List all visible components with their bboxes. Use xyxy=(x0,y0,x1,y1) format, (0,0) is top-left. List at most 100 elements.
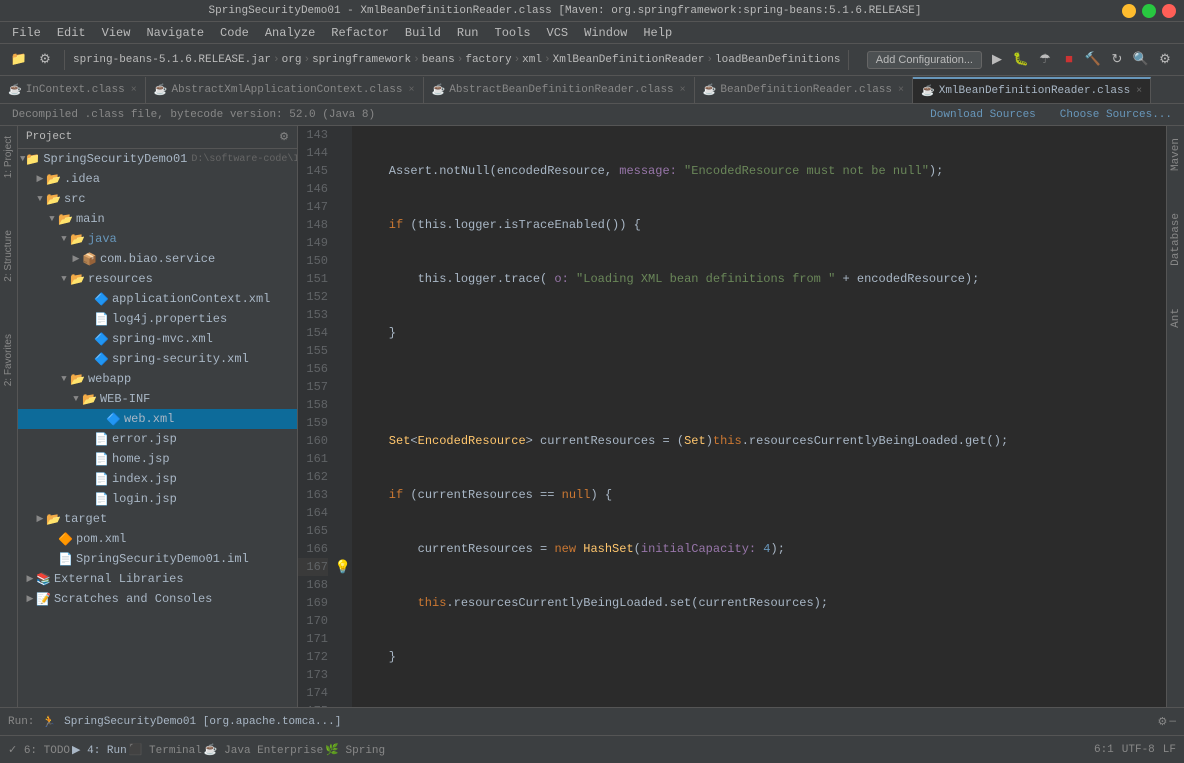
tab-close-beandefreader[interactable]: × xyxy=(898,85,904,96)
sidebar-item-webxml[interactable]: ▶ 🔷 web.xml xyxy=(18,409,297,429)
arrow-icon: ▼ xyxy=(58,374,70,384)
settings-button[interactable]: ⚙ xyxy=(1154,49,1176,71)
sync-button[interactable]: ↻ xyxy=(1106,49,1128,71)
run-tab[interactable]: ▶ 4: Run xyxy=(72,743,127,757)
sidebar-item-appcontext[interactable]: ▶ 🔷 applicationContext.xml xyxy=(18,289,297,309)
build-button[interactable]: 🔨 xyxy=(1082,49,1104,71)
maximize-button[interactable]: □ xyxy=(1142,4,1156,18)
breadcrumb-xml[interactable]: xml xyxy=(522,54,542,66)
sidebar-item-scratches[interactable]: ▶ 📝 Scratches and Consoles xyxy=(18,589,297,609)
sidebar-item-target[interactable]: ▶ 📂 target xyxy=(18,509,297,529)
sidebar-item-home[interactable]: ▶ 📄 home.jsp xyxy=(18,449,297,469)
tab-abstractxml[interactable]: ☕ AbstractXmlApplicationContext.class × xyxy=(146,77,424,103)
sidebar-item-resources[interactable]: ▼ 📂 resources xyxy=(18,269,297,289)
tab-close-abstractbean[interactable]: × xyxy=(680,85,686,96)
tree-label: error.jsp xyxy=(112,432,177,446)
breadcrumb-org[interactable]: org xyxy=(282,54,302,66)
tab-abstractbean[interactable]: ☕ AbstractBeanDefinitionReader.class × xyxy=(424,77,695,103)
sidebar-item-login[interactable]: ▶ 📄 login.jsp xyxy=(18,489,297,509)
left-panel-favorites[interactable]: 2: Favorites xyxy=(1,328,16,392)
breadcrumb-factory[interactable]: factory xyxy=(465,54,511,66)
sidebar-item-iml[interactable]: ▶ 📄 SpringSecurityDemo01.iml xyxy=(18,549,297,569)
tab-beandefreader[interactable]: ☕ BeanDefinitionReader.class × xyxy=(695,77,913,103)
sidebar-item-webinf[interactable]: ▼ 📂 WEB-INF xyxy=(18,389,297,409)
spring-tab[interactable]: 🌿 Spring xyxy=(325,743,385,757)
tab-xmlbeandef[interactable]: ☕ XmlBeanDefinitionReader.class × xyxy=(913,77,1151,103)
sidebar-item-package[interactable]: ▶ 📦 com.biao.service xyxy=(18,249,297,269)
terminal-tab[interactable]: ⬛ Terminal xyxy=(129,743,202,757)
sidebar-item-idea[interactable]: ▶ 📂 .idea xyxy=(18,169,297,189)
sidebar-item-log4j[interactable]: ▶ 📄 log4j.properties xyxy=(18,309,297,329)
java-enterprise-tab[interactable]: ☕ Java Enterprise xyxy=(204,743,323,757)
sidebar-item-main[interactable]: ▼ 📂 main xyxy=(18,209,297,229)
menu-window[interactable]: Window xyxy=(576,24,635,42)
tab-label-abstractbean: AbstractBeanDefinitionReader.class xyxy=(449,84,673,96)
tree-label: main xyxy=(76,212,105,226)
breadcrumb-class[interactable]: XmlBeanDefinitionReader xyxy=(553,54,705,66)
bottom-close-btn[interactable]: — xyxy=(1169,716,1176,728)
stop-button[interactable]: ■ xyxy=(1058,49,1080,71)
sidebar-item-index[interactable]: ▶ 📄 index.jsp xyxy=(18,469,297,489)
todo-tab[interactable]: ✓ 6: TODO xyxy=(8,743,70,757)
menu-code[interactable]: Code xyxy=(212,24,257,42)
minimize-button[interactable]: − xyxy=(1122,4,1136,18)
menu-vcs[interactable]: VCS xyxy=(539,24,577,42)
maven-panel-button[interactable]: Maven xyxy=(1170,130,1182,179)
menu-navigate[interactable]: Navigate xyxy=(138,24,212,42)
sidebar-item-springdemo[interactable]: ▼ 📁 SpringSecurityDemo01 D:\software-cod… xyxy=(18,149,297,169)
add-configuration-button[interactable]: Add Configuration... xyxy=(867,51,982,69)
project-view-toggle[interactable]: 📁 xyxy=(8,49,30,71)
run-button[interactable]: ▶ xyxy=(986,49,1008,71)
sidebar-item-webapp[interactable]: ▼ 📂 webapp xyxy=(18,369,297,389)
left-panel-structure[interactable]: 2: Structure xyxy=(1,224,16,288)
menu-refactor[interactable]: Refactor xyxy=(323,24,397,42)
window-controls[interactable]: − □ × xyxy=(1122,4,1176,18)
sidebar-item-springsec[interactable]: ▶ 🔷 spring-security.xml xyxy=(18,349,297,369)
tree-label: spring-security.xml xyxy=(112,352,249,366)
database-panel-button[interactable]: Database xyxy=(1170,205,1182,274)
breadcrumb-method[interactable]: loadBeanDefinitions xyxy=(715,54,840,66)
sidebar-settings[interactable]: ⚙ xyxy=(279,130,289,144)
menu-help[interactable]: Help xyxy=(635,24,680,42)
sidebar-item-src[interactable]: ▼ 📂 src xyxy=(18,189,297,209)
tree-label: resources xyxy=(88,272,153,286)
menu-file[interactable]: File xyxy=(4,24,49,42)
ant-panel-button[interactable]: Ant xyxy=(1170,300,1182,336)
left-sidebar-panels: 1: Project 2: Structure 2: Favorites xyxy=(0,126,18,707)
menu-run[interactable]: Run xyxy=(449,24,487,42)
code-area[interactable]: Assert.notNull(encodedResource, message:… xyxy=(352,126,1166,707)
sidebar-item-springmvc[interactable]: ▶ 🔷 spring-mvc.xml xyxy=(18,329,297,349)
editor-scrollable[interactable]: 143144145146147 148149150151152 15315415… xyxy=(298,126,1166,707)
menu-analyze[interactable]: Analyze xyxy=(257,24,323,42)
arrow-icon: ▼ xyxy=(58,274,70,284)
search-everywhere-button[interactable]: 🔍 xyxy=(1130,49,1152,71)
choose-sources-link[interactable]: Choose Sources... xyxy=(1060,109,1172,121)
breadcrumb-springframework[interactable]: springframework xyxy=(312,54,411,66)
sidebar-item-error[interactable]: ▶ 📄 error.jsp xyxy=(18,429,297,449)
sidebar-item-java[interactable]: ▼ 📂 java xyxy=(18,229,297,249)
menu-edit[interactable]: Edit xyxy=(49,24,94,42)
close-button[interactable]: × xyxy=(1162,4,1176,18)
left-panel-project[interactable]: 1: Project xyxy=(1,130,16,184)
menu-view[interactable]: View xyxy=(94,24,139,42)
coverage-button[interactable]: ☂ xyxy=(1034,49,1056,71)
menu-tools[interactable]: Tools xyxy=(487,24,539,42)
download-sources-link[interactable]: Download Sources xyxy=(930,109,1036,121)
sidebar-item-extlibs[interactable]: ▶ 📚 External Libraries xyxy=(18,569,297,589)
breadcrumb-beans[interactable]: beans xyxy=(422,54,455,66)
run-process: SpringSecurityDemo01 [org.apache.tomca..… xyxy=(64,716,341,728)
tab-close-incontext[interactable]: × xyxy=(131,85,137,96)
toolbar-settings[interactable]: ⚙ xyxy=(34,49,56,71)
debug-button[interactable]: 🐛 xyxy=(1010,49,1032,71)
menu-build[interactable]: Build xyxy=(397,24,449,42)
tab-incontext[interactable]: ☕ InContext.class × xyxy=(0,77,146,103)
tab-icon-beandefreader: ☕ xyxy=(703,83,717,97)
tab-close-abstractxml[interactable]: × xyxy=(409,85,415,96)
spring-label: Spring xyxy=(346,745,386,757)
tree-label: spring-mvc.xml xyxy=(112,332,213,346)
tab-close-xmlbeandef[interactable]: × xyxy=(1136,86,1142,97)
breadcrumb-jar[interactable]: spring-beans-5.1.6.RELEASE.jar xyxy=(73,54,271,66)
bottom-settings-btn[interactable]: ⚙ xyxy=(1158,715,1168,729)
tree-label: .idea xyxy=(64,172,100,186)
sidebar-item-pom[interactable]: ▶ 🔶 pom.xml xyxy=(18,529,297,549)
